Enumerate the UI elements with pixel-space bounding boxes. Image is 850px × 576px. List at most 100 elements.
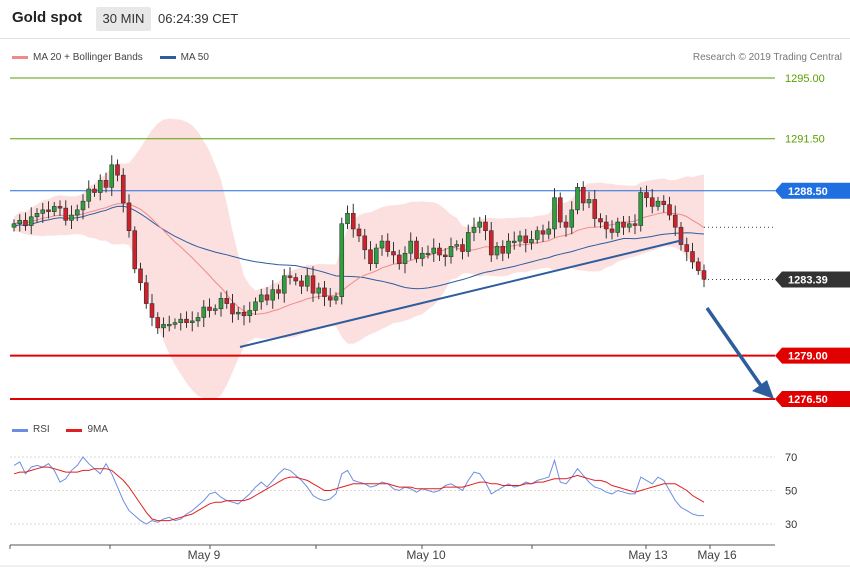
candle: [437, 247, 442, 256]
candle: [195, 317, 201, 322]
candle: [368, 249, 373, 264]
candle: [304, 275, 310, 287]
time-axis-label: May 16: [697, 548, 737, 562]
candle: [598, 218, 603, 223]
candle: [132, 230, 138, 270]
candle: [230, 303, 235, 315]
candle: [672, 214, 678, 228]
candle: [373, 247, 379, 264]
time-axis-label: May 13: [628, 548, 668, 562]
candle: [626, 223, 632, 228]
candle: [126, 202, 132, 231]
candle: [40, 209, 46, 214]
candle: [557, 197, 563, 223]
candle: [241, 311, 247, 317]
candle: [264, 294, 270, 301]
candle: [258, 294, 264, 303]
candle: [92, 188, 97, 193]
rsi-tick-label: 50: [785, 486, 797, 498]
candle: [155, 317, 161, 329]
candle: [511, 240, 517, 243]
candle: [552, 197, 557, 230]
candle: [207, 306, 212, 311]
candle: [51, 206, 57, 212]
candle: [270, 289, 276, 301]
candle: [350, 213, 356, 230]
candle: [684, 244, 690, 252]
candle: [586, 199, 592, 204]
candle: [235, 311, 241, 315]
candle: [253, 301, 258, 311]
candle: [80, 200, 86, 211]
price-chart[interactable]: 1295.00 1291.50 1288.50 1283.39 1279.00 1276.…: [0, 0, 850, 576]
candle: [540, 230, 546, 235]
candle: [293, 277, 299, 282]
rsi-tick-label: 30: [785, 519, 797, 531]
candle: [189, 320, 195, 323]
candle: [161, 324, 166, 329]
candle: [529, 239, 534, 244]
candle: [454, 244, 460, 247]
candle: [408, 240, 414, 254]
candle: [506, 240, 511, 254]
candle: [103, 180, 109, 188]
candle: [310, 275, 316, 294]
candle: [494, 246, 500, 256]
rsi-tick-label: 70: [785, 452, 797, 464]
candle: [523, 235, 529, 244]
candle: [701, 270, 707, 280]
candle: [57, 206, 63, 209]
rsi-ma-line: [13, 466, 705, 522]
time-axis-label: May 10: [406, 548, 446, 562]
candle: [419, 252, 425, 259]
projection-arrow-shaft: [705, 307, 766, 391]
candle: [149, 303, 155, 318]
candle: [97, 180, 103, 193]
candle: [224, 298, 230, 304]
candle: [218, 298, 224, 310]
candle: [109, 164, 115, 188]
candle: [465, 232, 471, 252]
candle: [201, 306, 207, 318]
candle: [356, 228, 362, 237]
candle: [546, 228, 552, 235]
candle: [592, 199, 598, 219]
candle: [414, 240, 419, 259]
candle: [120, 174, 126, 204]
candle: [575, 187, 580, 211]
candle: [460, 244, 465, 252]
candle: [46, 209, 51, 212]
candle: [322, 287, 327, 297]
candle: [425, 252, 431, 256]
candle: [488, 230, 494, 256]
candle: [448, 246, 454, 258]
candle: [632, 223, 638, 226]
candle: [74, 209, 80, 216]
candle: [477, 221, 483, 228]
candle: [172, 322, 178, 325]
candle: [483, 221, 488, 231]
candle: [500, 246, 506, 254]
candle: [609, 228, 615, 233]
candle: [638, 192, 644, 226]
candle: [23, 219, 28, 226]
candle: [333, 296, 339, 301]
candle: [247, 310, 253, 317]
candle: [678, 226, 684, 245]
candle: [391, 251, 396, 256]
projection-arrow-head: [752, 380, 774, 399]
candle: [115, 164, 120, 176]
candle: [517, 235, 523, 242]
candle: [212, 308, 218, 311]
candle: [621, 221, 626, 228]
candle: [402, 252, 408, 264]
candle: [379, 240, 385, 249]
candle: [281, 275, 287, 294]
candle: [86, 188, 92, 202]
candle: [569, 209, 575, 228]
candle: [34, 213, 40, 218]
candle: [661, 200, 667, 205]
candle: [63, 207, 69, 221]
candle: [166, 324, 172, 327]
candle: [667, 204, 672, 216]
